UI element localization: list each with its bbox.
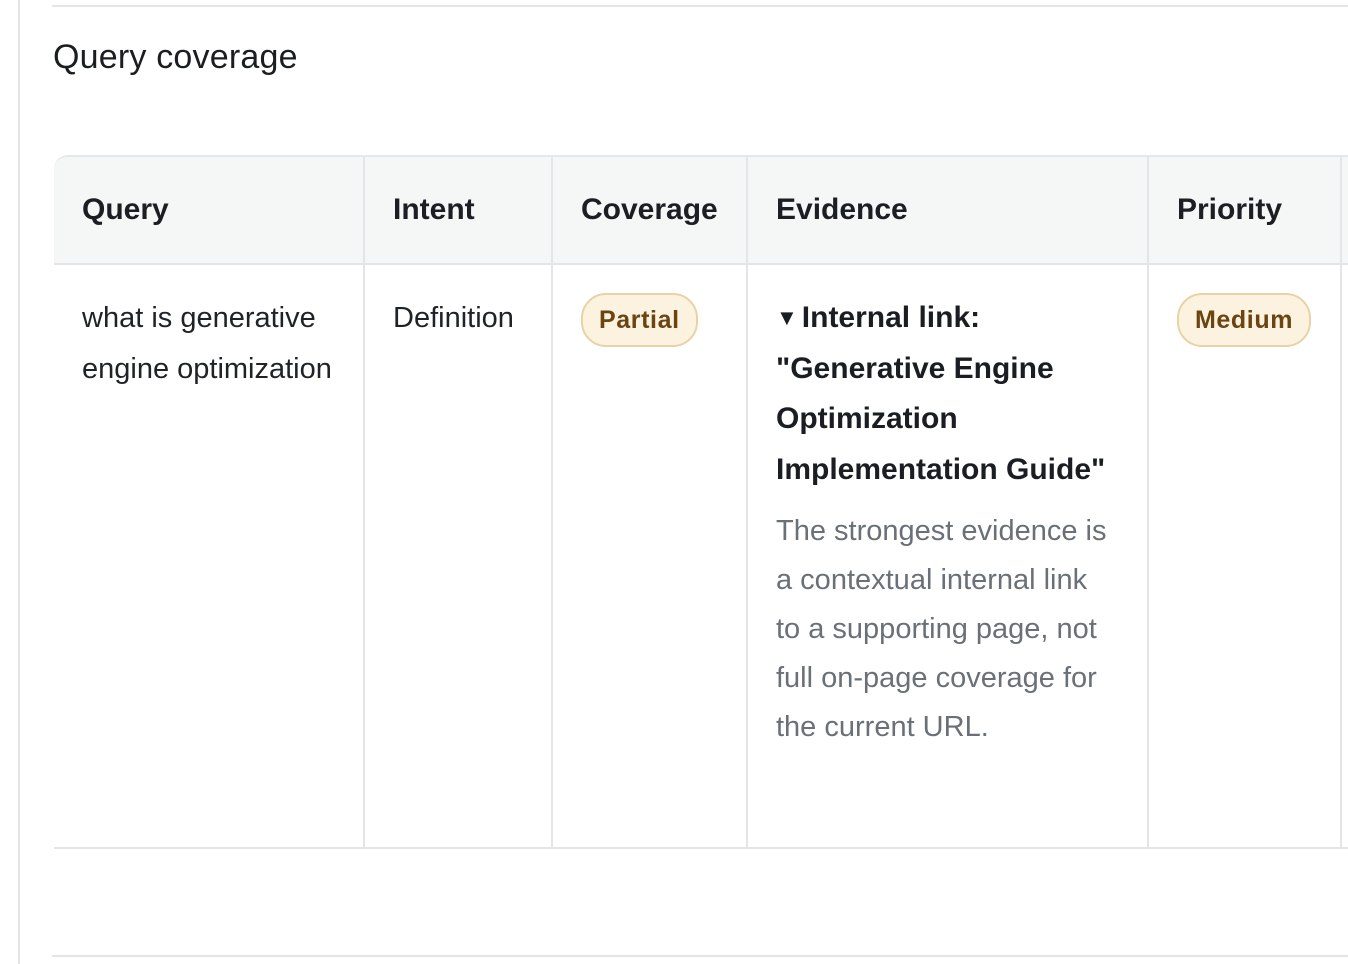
priority-badge: Medium [1177,293,1312,347]
cell-coverage: Partial [553,265,748,849]
table-header-row: Query Intent Coverage Evidence Priority [54,155,1348,265]
top-divider [52,5,1348,7]
column-header-overflow [1342,155,1348,265]
column-header-priority: Priority [1149,155,1342,265]
coverage-badge: Partial [581,293,698,347]
left-divider [18,0,20,964]
query-coverage-panel: Query coverage Query Intent Coverage Evi… [0,0,1348,964]
query-coverage-table-wrapper[interactable]: Query Intent Coverage Evidence Priority … [54,155,1348,849]
triangle-down-icon: ▼ [776,305,798,330]
cell-intent: Definition [365,265,553,849]
cell-overflow [1342,265,1348,849]
evidence-note: The strongest evidence is a contextual i… [776,515,1107,743]
cell-query: what is generative engine optimization [54,265,365,849]
table-row: what is generative engine optimization D… [54,265,1348,849]
query-coverage-table: Query Intent Coverage Evidence Priority … [54,155,1348,849]
cell-priority: Medium [1149,265,1342,849]
bottom-divider [52,955,1348,957]
column-header-intent: Intent [365,155,553,265]
query-text: what is generative engine optimization [82,302,332,385]
cell-evidence: ▼ Internal link: "Generative Engine Optim… [748,265,1149,849]
section-title: Query coverage [53,38,298,76]
intent-text: Definition [393,302,514,334]
evidence-disclosure-toggle[interactable]: ▼ Internal link: "Generative Engine Optim… [776,293,1119,495]
column-header-coverage: Coverage [553,155,748,265]
evidence-title: Internal link: "Generative Engine Optimi… [776,301,1106,486]
column-header-evidence: Evidence [748,155,1149,265]
column-header-query: Query [54,155,365,265]
